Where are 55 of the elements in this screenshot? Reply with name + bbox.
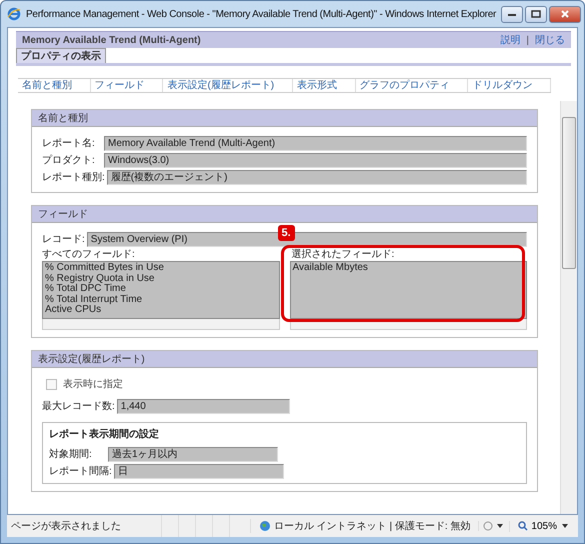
list-label: 選択されたフィールド: xyxy=(292,249,396,261)
section-heading: 表示設定(履歴レポート) xyxy=(32,351,537,368)
zoom-button[interactable]: 105% xyxy=(509,520,578,532)
maximize-icon xyxy=(531,10,542,18)
section-heading: フィールド xyxy=(32,206,537,223)
text-field[interactable]: 履歴(複数のエージェント) xyxy=(106,170,527,185)
field-label: レコード: xyxy=(42,234,85,246)
list-item[interactable]: % Committed Bytes in Use xyxy=(45,263,276,274)
step-badge: 5. xyxy=(278,225,295,241)
section-heading: 名前と種別 xyxy=(32,110,537,127)
close-icon xyxy=(560,10,570,18)
minimize-icon xyxy=(507,11,518,17)
list-item[interactable]: % Total DPC Time xyxy=(45,284,276,294)
window-title: Performance Management - Web Console - "Memory Available Trend (Multi-Agent)" - Windows Internet Explorer xyxy=(26,8,496,20)
subsection-heading: レポート表示期間の設定 xyxy=(49,427,160,441)
field-list[interactable]: Available Mbytes xyxy=(290,261,527,319)
caret-icon xyxy=(560,523,570,529)
text-field[interactable]: Windows(3.0) xyxy=(104,153,527,168)
field-label: レポート名: xyxy=(42,138,96,150)
field-label: 最大レコード数: xyxy=(42,400,115,412)
report-title: Memory Available Trend (Multi-Agent) xyxy=(22,34,201,46)
list-item[interactable]: % Registry Quota in Use xyxy=(45,274,276,284)
maximize-button[interactable] xyxy=(525,6,548,22)
field-label: 対象期間: xyxy=(49,448,93,460)
magnifier-icon xyxy=(518,521,528,531)
section-link[interactable]: 表示形式 xyxy=(292,79,356,92)
field-list[interactable]: % Committed Bytes in Use % Registry Quota in Use % Total DPC Time % Total Interrupt Time Active CPUs xyxy=(42,261,280,319)
section-link[interactable]: 名前と種別 xyxy=(18,79,91,92)
list-item[interactable]: Available Mbytes xyxy=(292,263,524,274)
checkbox-label: 表示時に指定 xyxy=(63,378,123,391)
field-label: レポート種別: xyxy=(42,172,105,184)
text-field[interactable]: 1,440 xyxy=(116,399,290,414)
list-label: すべてのフィールド: xyxy=(42,249,136,261)
list-item[interactable]: Active CPUs xyxy=(45,305,276,316)
link-separator: | xyxy=(526,34,529,46)
globe-icon xyxy=(258,520,271,532)
vertical-scrollbar[interactable] xyxy=(560,101,577,514)
text-field[interactable]: 過去1ヶ月以内 xyxy=(108,447,278,462)
close-link[interactable]: 閉じる xyxy=(535,33,565,47)
section-link[interactable]: ドリルダウン xyxy=(468,79,551,92)
zone-status: ローカル イントラネット | 保護モード: 無効 xyxy=(250,519,478,533)
section-link[interactable]: フィールド xyxy=(90,79,164,92)
tab[interactable]: プロパティの表示 xyxy=(16,48,106,63)
close-button[interactable] xyxy=(549,6,582,22)
text-field[interactable]: 日 xyxy=(114,464,284,479)
section-link[interactable]: グラフのプロパティ xyxy=(356,79,468,92)
field-label: プロダクト: xyxy=(42,154,96,166)
list-item[interactable]: % Total Interrupt Time xyxy=(45,294,276,305)
minimize-button[interactable] xyxy=(501,6,524,22)
status-text: ページが表示されました xyxy=(10,520,122,533)
browser-icon xyxy=(7,7,21,21)
section-link[interactable]: 表示設定(履歴レポート) xyxy=(163,79,293,92)
help-link[interactable]: 説明 xyxy=(500,33,520,47)
text-field[interactable]: Memory Available Trend (Multi-Agent) xyxy=(104,136,527,151)
field-label: レポート間隔: xyxy=(49,466,112,478)
